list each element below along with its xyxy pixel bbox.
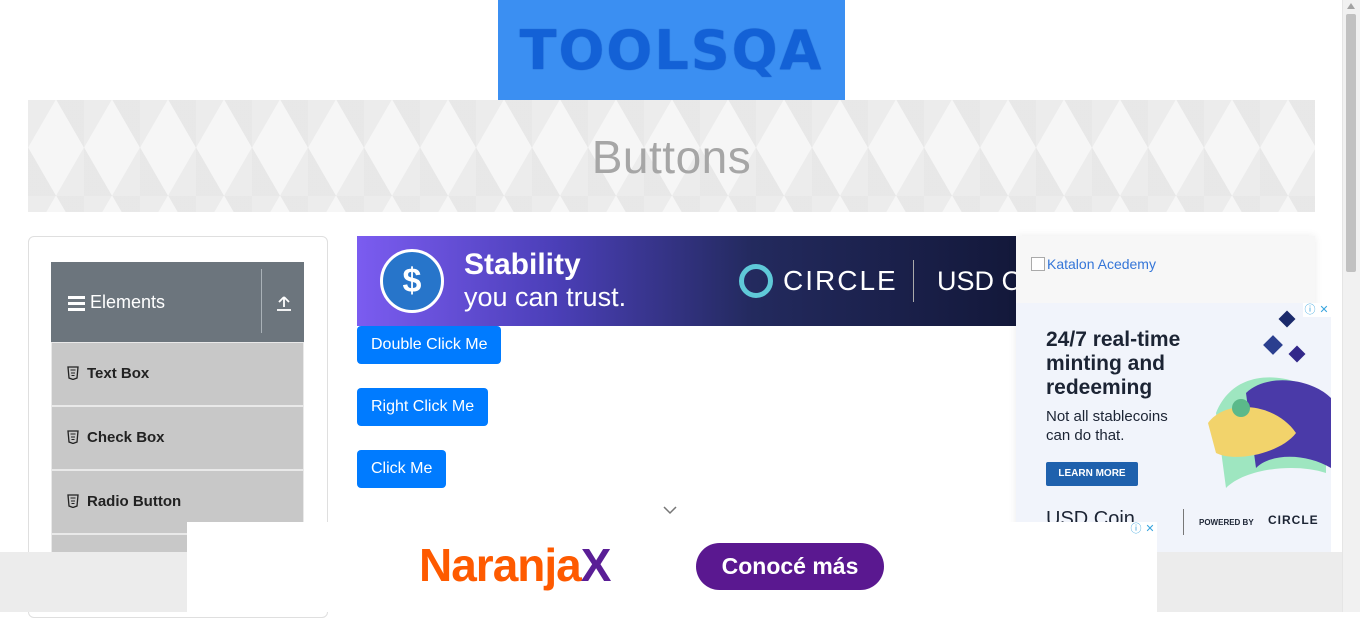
scroll-up-icon[interactable] [1347, 3, 1355, 9]
sidebar-item-label: Radio Button [87, 493, 182, 510]
adchoices-info-icon[interactable]: ⓘ [1303, 303, 1317, 317]
ad-brand: CIRCLE [783, 265, 898, 296]
chevron-down-icon[interactable] [662, 505, 678, 515]
ad-close-icon[interactable]: ✕ [1317, 303, 1331, 317]
ad-footer-brand: CIRCLE [1268, 513, 1319, 527]
sidebar-group-elements[interactable]: Elements [51, 262, 304, 342]
sidebar-item-text-box[interactable]: Text Box [51, 342, 304, 406]
katalon-alt-text: Katalon Acedemy [1047, 256, 1156, 272]
usdc-dollar-icon: $ [380, 249, 444, 313]
ad-footer-divider [1183, 509, 1184, 535]
right-click-button[interactable]: Right Click Me [357, 388, 489, 426]
vertical-scrollbar[interactable] [1342, 0, 1360, 612]
ad-product: USD Co [937, 266, 1017, 296]
adchoices[interactable]: ⓘ ✕ [1129, 522, 1157, 536]
ad-divider [913, 260, 914, 302]
ad-subline: you can trust. [464, 282, 627, 312]
html-icon [67, 366, 79, 380]
ad-headline: Stability [464, 248, 581, 281]
broken-image-icon [1031, 257, 1045, 271]
logo-text: TOOLSQA [519, 18, 824, 82]
menu-icon [68, 296, 85, 314]
right-ad-panel: Katalon Acedemy 24/7 real-time minting a… [1016, 236, 1331, 552]
coin-artwork-icon [1208, 310, 1331, 488]
circle-ad-banner[interactable]: $ Stability you can trust. CIRCLE USD Co [357, 236, 1017, 326]
circle-logo-icon [739, 264, 773, 298]
naranjax-logo: NaranjaX [419, 538, 612, 592]
naranjax-logo-x: X [580, 539, 612, 591]
learn-more-button[interactable]: LEARN MORE [1046, 462, 1138, 486]
scrollbar-thumb[interactable] [1346, 14, 1356, 272]
katalon-ad-link[interactable]: Katalon Acedemy [1031, 256, 1156, 272]
page-title: Buttons [591, 131, 752, 183]
sidebar-item-check-box[interactable]: Check Box [51, 406, 304, 470]
naranjax-logo-main: Naranja [419, 539, 582, 591]
html-icon [67, 494, 79, 508]
collapse-icon[interactable] [276, 295, 292, 312]
adchoices-info-icon[interactable]: ⓘ [1129, 522, 1143, 536]
double-click-button[interactable]: Double Click Me [357, 326, 502, 364]
sidebar-group-title: Elements [90, 292, 166, 312]
conoce-mas-button[interactable]: Conocé más [696, 543, 884, 590]
html-icon [67, 430, 79, 444]
usdc-ad-card[interactable]: 24/7 real-time minting and redeeming Not… [1016, 303, 1331, 552]
sidebar-item-label: Text Box [87, 365, 150, 382]
ad-close-icon[interactable]: ✕ [1143, 522, 1157, 536]
toolsqa-logo[interactable]: TOOLSQA [498, 0, 845, 100]
page-banner: Buttons [28, 100, 1315, 212]
sidebar-item-label: Check Box [87, 429, 165, 446]
ad-footer-powered: POWERED BY [1199, 518, 1254, 527]
click-me-button[interactable]: Click Me [357, 450, 447, 488]
adchoices[interactable]: ⓘ ✕ [1303, 303, 1331, 317]
header-divider [261, 269, 262, 333]
ad-card-body: Not all stablecoins can do that. [1046, 408, 1168, 444]
naranjax-ad[interactable]: NaranjaX Conocé más ⓘ ✕ [187, 522, 1157, 612]
